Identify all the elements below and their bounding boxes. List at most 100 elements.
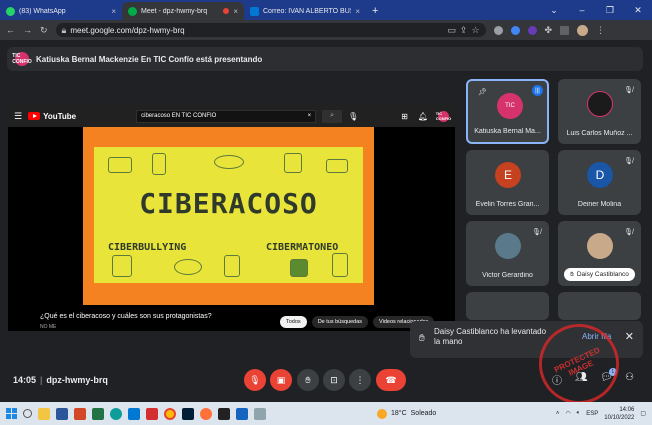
mic-toggle-button[interactable]: 🎙︎: [244, 369, 266, 391]
participant-name: Katiuska Bernal Ma...: [474, 128, 541, 135]
tab-whatsapp[interactable]: (83) WhatsApp ×: [0, 2, 122, 20]
file-explorer-icon[interactable]: [38, 407, 50, 420]
media-player-icon[interactable]: [218, 407, 230, 420]
search-icon[interactable]: [23, 409, 32, 418]
tab-outlook[interactable]: Correo: IVAN ALBERTO BUSTAM ×: [244, 2, 366, 20]
menu-dots-icon[interactable]: ⋮: [596, 25, 605, 36]
back-icon[interactable]: ←: [6, 25, 15, 35]
tic-confio-logo: TIC CONFIO: [12, 52, 32, 66]
chrome-icon[interactable]: [164, 407, 176, 420]
maximize-icon[interactable]: ❐: [596, 0, 624, 20]
weather-temp: 18°C: [391, 410, 407, 417]
presenting-banner: TIC CONFIO Katiuska Bernal Mackenzie En …: [7, 47, 643, 71]
avatar: [587, 91, 613, 117]
notifications-icon[interactable]: ▢: [640, 410, 646, 417]
meeting-time: 14:05: [13, 375, 37, 385]
raise-hand-button[interactable]: ✋︎: [297, 369, 319, 391]
reload-icon[interactable]: ↻: [40, 25, 48, 36]
word-icon[interactable]: [56, 407, 68, 420]
acrobat-icon[interactable]: [146, 407, 158, 420]
tab-label: Meet - dpz-hwmy-brq: [141, 7, 208, 15]
taskbar-clock[interactable]: 14:06 10/10/2022: [604, 406, 634, 422]
extension-icon[interactable]: [527, 25, 537, 35]
avatar: [587, 233, 613, 259]
powerpoint-icon[interactable]: [74, 407, 86, 420]
app-icon[interactable]: [254, 407, 266, 420]
weather-desc: Soleado: [410, 410, 437, 417]
edge-icon[interactable]: [110, 407, 122, 420]
clear-search-icon: ×: [307, 113, 312, 119]
participant-name: Daisy Castiblanco: [576, 271, 629, 278]
windows-start-icon[interactable]: [6, 408, 17, 419]
tab-label: Correo: IVAN ALBERTO BUSTAM: [263, 7, 351, 15]
participant-tile[interactable]: 🎙︎̸ D Deiner Molina: [558, 150, 641, 215]
lock-icon: 🔒︎: [61, 24, 67, 35]
leave-call-button[interactable]: ☎︎: [376, 369, 406, 391]
participant-name: Luis Carlos Muñoz ...: [566, 130, 633, 137]
firefox-icon[interactable]: [200, 407, 212, 420]
close-tab-icon[interactable]: ×: [111, 7, 116, 16]
avatar: [495, 233, 521, 259]
browser-toolbar: ← → ↻ 🔒︎ meet.google.com/dpz-hwmy-brq ▭ …: [0, 20, 652, 40]
camera-permission-icon[interactable]: ▭: [447, 25, 456, 36]
minimize-icon[interactable]: –: [568, 0, 596, 20]
activities-button[interactable]: ⚇: [625, 372, 634, 383]
tab-meet[interactable]: Meet - dpz-hwmy-brq ×: [122, 2, 244, 20]
excel-icon[interactable]: [92, 407, 104, 420]
participant-name: Evelin Torres Gran...: [475, 201, 540, 208]
activities-icon: ⚇: [625, 372, 634, 383]
participant-tile[interactable]: 🎙︎̸ ✋︎ Daisy Castiblanco: [558, 221, 641, 286]
participant-tile[interactable]: E Evelin Torres Gran...: [466, 150, 549, 215]
avatar: D: [587, 162, 613, 188]
avatar: TIC: [497, 93, 523, 119]
close-icon[interactable]: ✕: [625, 330, 634, 343]
microphone-icon: 🎙︎: [348, 111, 359, 121]
extension-icon[interactable]: [493, 25, 503, 35]
extension-icon[interactable]: [510, 25, 520, 35]
photoshop-icon[interactable]: [182, 407, 194, 420]
forward-icon[interactable]: →: [23, 25, 32, 35]
puzzle-icon[interactable]: ✤: [545, 25, 553, 36]
wifi-icon[interactable]: ◠: [565, 410, 570, 417]
profile-avatar[interactable]: [577, 24, 589, 36]
muted-mic-icon: 🎙︎̸: [624, 229, 633, 236]
new-tab-button[interactable]: +: [372, 5, 378, 17]
participant-tile[interactable]: 🎙︎̸ Luis Carlos Muñoz ...: [558, 79, 641, 144]
volume-icon[interactable]: 🔈︎: [577, 410, 581, 417]
share-icon[interactable]: ⇪: [460, 25, 468, 36]
meeting-code: dpz-hwmy-brq: [46, 375, 108, 385]
present-button[interactable]: ⊡: [323, 369, 345, 391]
close-tab-icon[interactable]: ×: [233, 7, 238, 16]
channel-avatar: TIC CONFIO: [435, 110, 452, 122]
sidebar-icon[interactable]: [560, 25, 570, 35]
participant-tile[interactable]: [466, 292, 549, 320]
address-bar[interactable]: 🔒︎ meet.google.com/dpz-hwmy-brq ▭ ⇪ ☆: [55, 23, 486, 37]
participant-tile[interactable]: 🎙︎̸ Victor Gerardino: [466, 221, 549, 286]
language-indicator[interactable]: ESP: [586, 411, 598, 417]
tab-search-icon[interactable]: ⌄: [540, 0, 568, 20]
screen: (83) WhatsApp × Meet - dpz-hwmy-brq × Co…: [0, 0, 652, 425]
present-screen-icon: ⊡: [330, 374, 338, 385]
video-title: ¿Qué es el ciberacoso y cuáles son sus p…: [40, 313, 212, 320]
meeting-info: 14:05 | dpz-hwmy-brq: [13, 375, 108, 385]
pin-icon[interactable]: 📌︎: [478, 88, 487, 96]
raised-hand-icon: ✋︎: [419, 333, 425, 344]
bookmark-star-icon[interactable]: ☆: [471, 25, 479, 36]
chip-all: Todos: [280, 316, 307, 328]
participant-tile[interactable]: [558, 292, 641, 320]
chevron-up-icon[interactable]: ˄: [556, 411, 560, 417]
participant-tile[interactable]: 📌︎ TIC ||| Katiuska Bernal Ma...: [466, 79, 549, 144]
store-icon[interactable]: [128, 407, 140, 420]
weather-widget[interactable]: 18°C Soleado: [377, 408, 437, 419]
app-icon[interactable]: [236, 407, 248, 420]
poster-right-label: CIBERMATONEO: [266, 242, 339, 253]
more-options-button[interactable]: ⋮: [349, 369, 371, 391]
meet-icon: [128, 6, 137, 16]
camera-toggle-button[interactable]: ▣: [270, 369, 292, 391]
close-window-icon[interactable]: ✕: [624, 0, 652, 20]
close-tab-icon[interactable]: ×: [355, 7, 360, 16]
outlook-icon: [250, 6, 259, 16]
hang-up-icon: ☎︎: [385, 374, 397, 385]
youtube-play-icon: [28, 112, 41, 120]
recording-icon: [223, 8, 230, 14]
